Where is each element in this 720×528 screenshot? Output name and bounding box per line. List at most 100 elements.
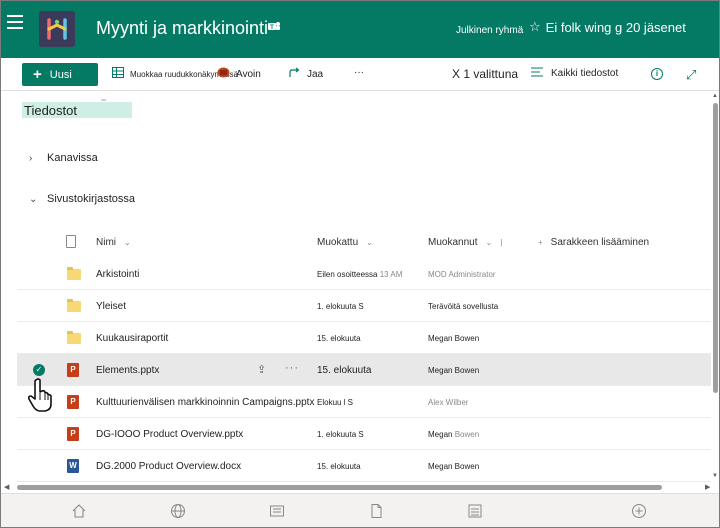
modified-date: Eilen osoitteessa 13 AM [317,270,402,279]
grid-icon [112,67,124,81]
section-site-library[interactable]: ⌄ Sivustokirjastossa [29,193,135,205]
home-icon[interactable] [71,503,87,519]
table-row[interactable]: Kuukausiraportit 15. elokuuta Megan Bowe… [17,322,711,354]
share-icon[interactable]: ⇪ [257,363,266,376]
menu-icon[interactable] [7,15,25,29]
plus-icon: + [538,238,543,247]
view-switcher[interactable]: Kaikki tiedostot [531,67,618,80]
news-icon[interactable] [269,503,285,519]
powerpoint-icon: P [67,427,81,441]
more-actions-button[interactable]: ··· [354,67,364,78]
more-icon[interactable]: ··· [285,362,299,374]
lists-icon[interactable] [467,503,483,519]
chevron-down-icon: ⌄ [29,193,38,205]
file-name[interactable]: Kuukausiraportit [96,333,168,344]
modified-by: Megan Bowen [428,366,480,375]
column-header-name[interactable]: Nimi ⌄ [96,237,131,248]
column-header-modified-by[interactable]: Muokannut ⌄ | [428,237,502,248]
table-row[interactable]: Arkistointi Eilen osoitteessa 13 AM MOD … [17,258,711,290]
column-modified-label: Muokattu [317,237,359,248]
group-type-label: Julkinen ryhmä [456,25,524,36]
share-label: Jaa [307,68,324,80]
table-row[interactable]: P Kulttuurienvälisen markkinoinnin Campa… [17,386,711,418]
add-column-label: Sarakkeen lisääminen [550,237,650,248]
scrollbar-thumb[interactable] [713,103,718,393]
word-icon: W [67,459,81,473]
scrollbar-thumb[interactable] [17,485,662,490]
follow-label: Ei folk wing g 20 jäsenet [545,19,686,35]
star-icon: ☆ [529,19,541,34]
scroll-down-icon[interactable]: ▼ [712,473,718,479]
checkmark-icon[interactable]: ✓ [33,364,45,376]
table-row[interactable]: W DG.2000 Product Overview.docx 15. elok… [17,450,711,482]
hand-cursor-icon [27,377,57,413]
selection-count[interactable]: X 1 valittuna [452,67,518,81]
folder-icon [67,331,81,345]
site-header: Myynti ja markkinointi T Julkinen ryhmä … [1,1,719,58]
section-channels-label: Kanavissa [47,152,98,164]
add-circle-icon[interactable] [631,503,647,519]
modified-date: 15. elokuuta [317,462,361,471]
follow-button[interactable]: ☆ Ei folk wing g 20 jäsenet [529,19,686,35]
chevron-right-icon: › [29,152,33,164]
plus-icon: + [33,66,42,83]
share-button[interactable]: Jaa [289,67,323,81]
chevron-down-icon: ⌄ [124,238,131,247]
modified-by: Terävöitä sovellusta [428,302,499,311]
modified-by: Megan Bowen [428,462,480,471]
table-row[interactable]: Yleiset 1. elokuuta S Terävöitä sovellus… [17,290,711,322]
modified-by-rest: Bowen [454,430,480,439]
new-button[interactable]: + Uusi [22,63,98,86]
scroll-left-icon[interactable]: ◀ [4,483,9,491]
document-icon[interactable] [368,503,384,519]
section-site-library-label: Sivustokirjastossa [47,193,136,205]
modified-date: 15. elokuuta [317,334,361,343]
file-name[interactable]: Yleiset [96,301,126,312]
scroll-right-icon[interactable]: ▶ [705,483,710,491]
file-name[interactable]: Elements.pptx [96,365,159,376]
modified-by: Megan Bowen [428,430,479,439]
column-header-modified[interactable]: Muokattu ⌄ [317,237,373,248]
share-icon [289,67,301,81]
table-row[interactable]: P DG-IOOO Product Overview.pptx 1. eloku… [17,418,711,450]
file-name[interactable]: Arkistointi [96,269,139,280]
powerpoint-icon: P [67,363,81,377]
modified-date: 1. elokuuta S [317,430,364,439]
modified-date: 15. elokuuta [317,365,372,376]
teams-icon[interactable]: T [267,19,281,33]
modified-date: Elokuu l S [317,398,354,407]
page-title: Tiedostot [22,102,132,118]
table-row-selected[interactable]: ✓ P Elements.pptx ⇪ ··· 15. elokuuta Meg… [17,354,711,386]
file-name[interactable]: Kulttuurienvälisen markkinoinnin Campaig… [96,397,314,408]
horizontal-scrollbar[interactable]: ◀ ▶ [1,483,719,492]
chevron-down-icon: ⌄ [485,238,493,247]
open-button[interactable]: Avoin [217,67,261,81]
column-divider: | [500,238,503,247]
title-tag: ˢˢˢ [101,98,107,104]
open-icon [217,67,230,81]
folder-icon [67,267,81,281]
globe-icon[interactable] [170,503,186,519]
folder-icon [67,299,81,313]
file-type-column-icon[interactable] [66,235,76,248]
modified-by: Megan Bowen [428,334,480,343]
chevron-down-icon: ⌄ [366,238,373,247]
modified-time: 13 AM [379,270,403,279]
site-logo[interactable] [39,11,75,47]
modified-by-text: MOD Administrator [428,270,496,279]
list-view-icon [531,67,543,80]
file-name[interactable]: DG-IOOO Product Overview.pptx [96,429,243,440]
site-title[interactable]: Myynti ja markkinointi [96,18,268,39]
expand-icon[interactable]: ⤢ [686,67,700,82]
modified-by: Alex Wilber [428,398,468,407]
info-icon[interactable]: i [651,68,663,80]
bottom-navigation [1,493,719,527]
scroll-up-icon[interactable]: ▲ [712,93,718,99]
svg-text:T: T [270,25,274,31]
new-button-label: Uusi [49,68,72,81]
file-name[interactable]: DG.2000 Product Overview.docx [96,461,241,472]
command-bar: + Uusi Muokkaa ruudukkonäkymässä Avoin J… [1,58,719,91]
add-column-button[interactable]: + Sarakkeen lisääminen [538,237,649,248]
vertical-scrollbar[interactable]: ▲ ▼ [711,91,719,483]
section-channels[interactable]: › Kanavissa [29,152,98,164]
